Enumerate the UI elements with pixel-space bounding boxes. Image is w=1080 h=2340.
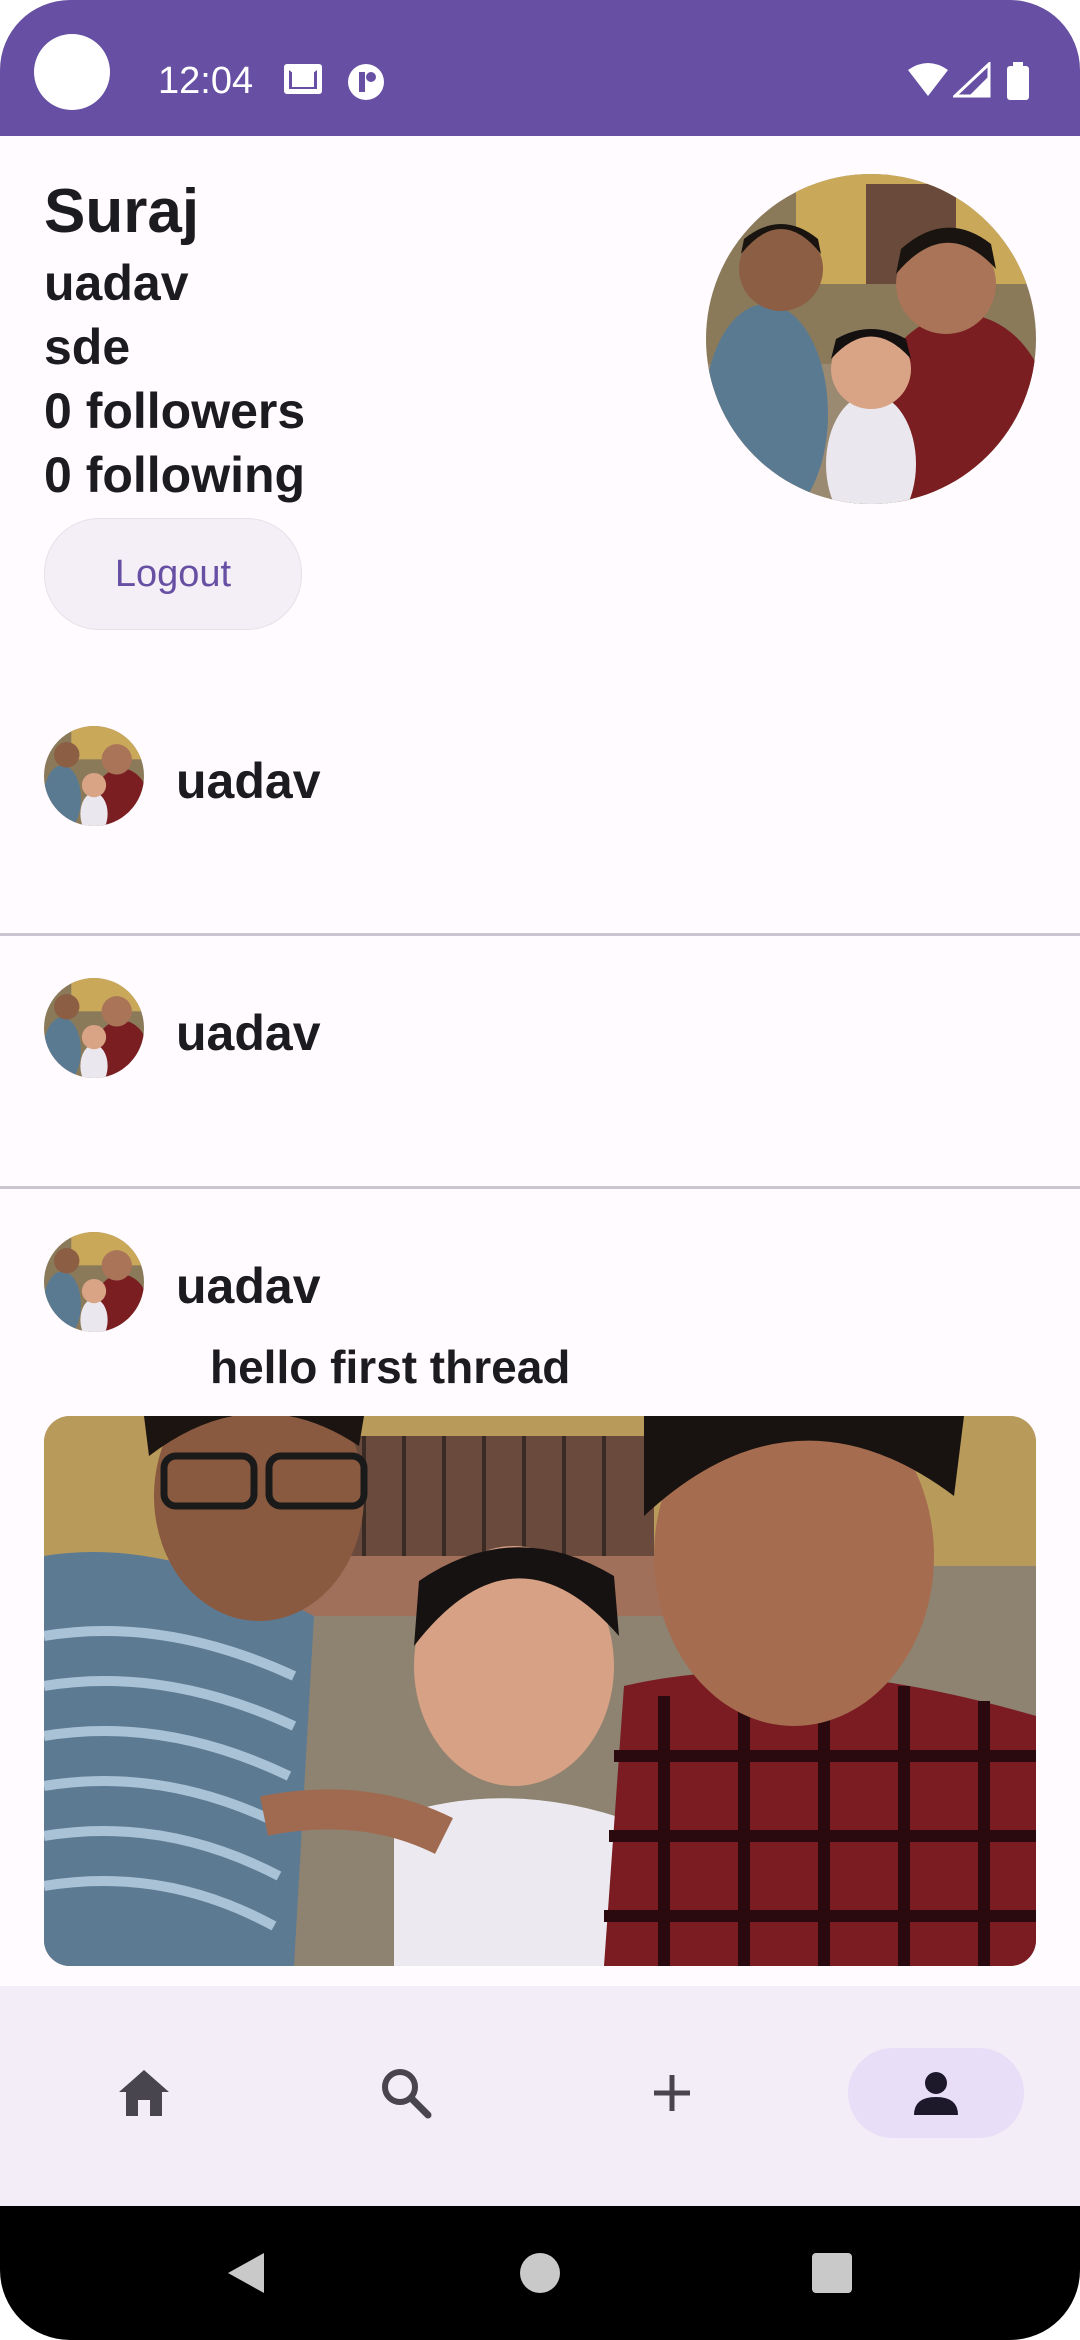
battery-icon — [1007, 62, 1029, 100]
thread-divider — [0, 933, 1080, 936]
system-navigation-bar — [0, 2206, 1080, 2340]
status-bar: 12:04 — [0, 0, 1080, 136]
following-count: 0 following — [44, 447, 306, 503]
system-back-button[interactable] — [186, 2206, 306, 2340]
signal-icon — [953, 62, 991, 98]
nav-home[interactable] — [56, 2048, 232, 2138]
recents-square-icon — [812, 2253, 852, 2293]
search-icon — [382, 2069, 432, 2119]
profile-username: uadav — [44, 255, 189, 311]
profile-name: Suraj — [44, 177, 200, 246]
thread-avatar[interactable] — [44, 978, 144, 1078]
add-icon — [654, 2075, 690, 2111]
home-circle-icon — [520, 2253, 560, 2293]
app-screen: 12:04 Suraj uadav sde 0 followers 0 foll… — [0, 0, 1080, 2340]
thread-avatar[interactable] — [44, 726, 144, 826]
status-time: 12:04 — [158, 60, 254, 102]
system-recents-button[interactable] — [772, 2206, 892, 2340]
wifi-icon — [908, 63, 948, 96]
profile-avatar[interactable] — [706, 174, 1036, 504]
thread-divider — [0, 1186, 1080, 1189]
profile-bio: sde — [44, 319, 131, 375]
nav-profile[interactable] — [848, 2048, 1024, 2138]
thread-username[interactable]: uadav — [176, 1004, 321, 1062]
bottom-navigation — [0, 1986, 1080, 2206]
thread-image[interactable] — [44, 1416, 1036, 1966]
person-icon — [914, 2072, 958, 2115]
app-notification-icon — [348, 64, 384, 100]
system-home-button[interactable] — [480, 2206, 600, 2340]
mail-icon — [284, 64, 322, 94]
nav-add[interactable] — [584, 2048, 760, 2138]
thread-avatar[interactable] — [44, 1232, 144, 1332]
camera-cutout — [34, 34, 110, 110]
back-triangle-icon — [228, 2253, 264, 2293]
thread-username[interactable]: uadav — [176, 752, 321, 810]
logout-button[interactable]: Logout — [44, 518, 302, 630]
home-icon — [119, 2070, 169, 2116]
thread-text: hello first thread — [210, 1341, 571, 1393]
followers-count: 0 followers — [44, 383, 306, 439]
nav-search[interactable] — [318, 2048, 494, 2138]
thread-username[interactable]: uadav — [176, 1257, 321, 1315]
